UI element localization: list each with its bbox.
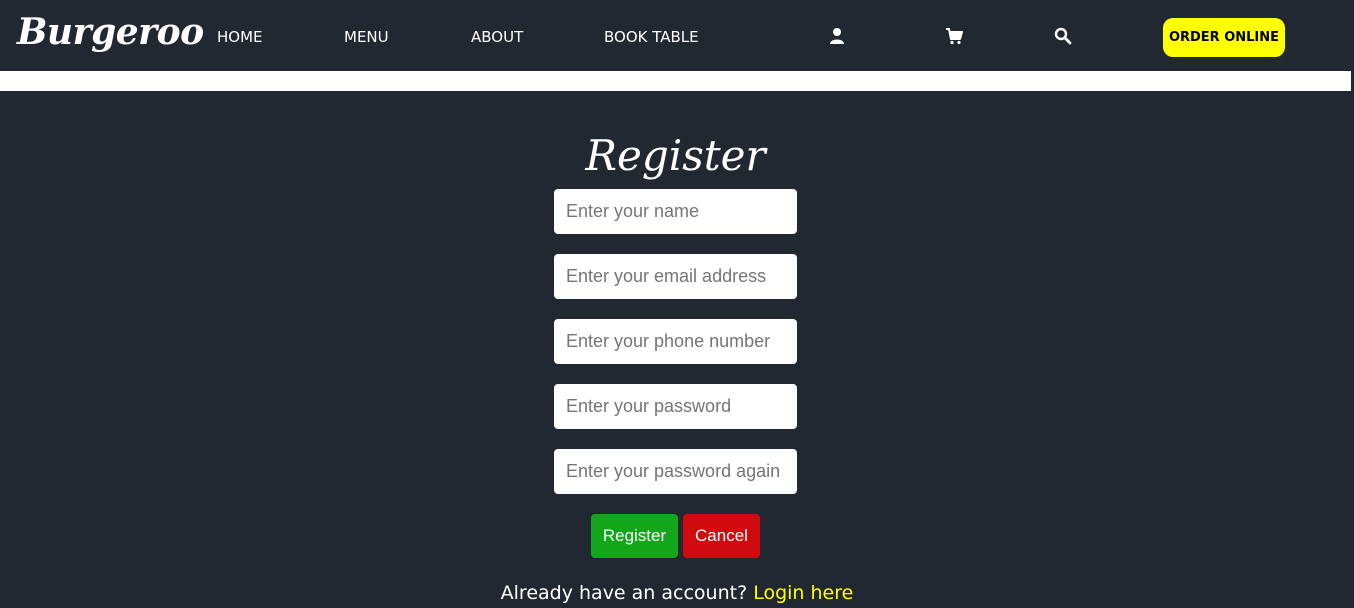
cancel-button[interactable]: Cancel [683,514,760,558]
nav-about[interactable]: ABOUT [471,26,523,48]
user-icon[interactable] [828,27,846,45]
login-prompt-text: Already have an account? [500,582,748,604]
cart-icon[interactable] [945,27,963,45]
login-link[interactable]: Login here [753,582,853,604]
email-field[interactable] [554,254,797,299]
search-icon[interactable] [1054,27,1072,45]
name-field[interactable] [554,189,797,234]
register-title: Register [585,131,766,180]
password-field[interactable] [554,384,797,429]
nav-book-table[interactable]: BOOK TABLE [604,26,699,48]
login-prompt-line: Already have an account? Login here [0,580,1354,606]
nav-menu[interactable]: MENU [344,26,389,48]
site-header: Burgeroo HOME MENU ABOUT BOOK TABLE ORDE… [0,0,1354,71]
order-online-button[interactable]: ORDER ONLINE [1163,18,1285,57]
register-button[interactable]: Register [591,514,678,558]
nav-home[interactable]: HOME [217,26,263,48]
phone-field[interactable] [554,319,797,364]
password-confirm-field[interactable] [554,449,797,494]
brand-logo[interactable]: Burgeroo [17,6,204,58]
header-divider-strip [0,71,1351,91]
